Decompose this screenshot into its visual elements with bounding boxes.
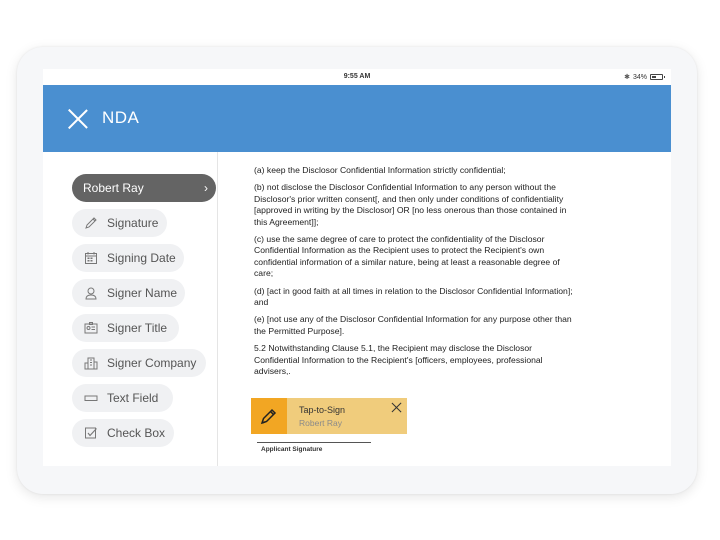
sidebar-item-signature[interactable]: Signature <box>72 209 167 237</box>
document-paragraph: (b) not disclose the Disclosor Confident… <box>254 182 567 227</box>
tap-to-sign-field[interactable]: Tap-to-Sign Robert Ray <box>251 398 407 434</box>
sidebar-item-check-box[interactable]: Check Box <box>72 419 174 447</box>
signature-line-label: Applicant Signature <box>261 446 323 453</box>
id-card-icon <box>83 320 99 336</box>
sidebar-item-signer-company[interactable]: Signer Company <box>72 349 206 377</box>
chevron-right-icon: › <box>204 181 208 195</box>
document-paragraph: (d) [act in good faith at all times in r… <box>254 285 573 308</box>
calendar-icon <box>83 250 99 266</box>
building-icon <box>83 355 99 371</box>
document-paragraph: (e) [not use any of the Disclosor Confid… <box>254 314 572 336</box>
sidebar-item-label: Text Field <box>107 391 159 405</box>
signer-name-label: Robert Ray <box>299 418 342 428</box>
sidebar-item-signing-date[interactable]: Signing Date <box>72 244 184 272</box>
sidebar-item-label: Check Box <box>107 426 166 440</box>
battery-icon <box>650 74 665 80</box>
text-field-icon <box>83 390 99 406</box>
sidebar-item-label: Signer Company <box>107 356 197 370</box>
pen-icon <box>83 215 99 231</box>
sidebar-item-signer-name[interactable]: Signer Name <box>72 279 185 307</box>
signer-selector[interactable]: Robert Ray › <box>72 174 216 202</box>
sidebar-item-signer-title[interactable]: Signer Title <box>72 314 179 342</box>
battery-indicator: ✱ 34% <box>624 73 665 81</box>
document-paragraph: (c) use the same degree of care to prote… <box>254 234 560 279</box>
document-body: (a) keep the Disclosor Confidential Info… <box>254 165 574 384</box>
sidebar-item-label: Signing Date <box>107 251 176 265</box>
title-bar: NDA <box>43 85 671 152</box>
app-screen: 9:55 AM ✱ 34% NDA Robert Ray › Signature… <box>43 69 671 466</box>
remove-field-icon[interactable] <box>391 402 402 413</box>
pen-icon <box>251 398 287 434</box>
status-bar: 9:55 AM ✱ 34% <box>43 69 671 85</box>
sidebar-item-label: Signer Title <box>107 321 168 335</box>
signer-selector-label: Robert Ray <box>83 181 144 195</box>
page-title: NDA <box>102 108 140 127</box>
document-paragraph: 5.2 Notwithstanding Clause 5.1, the Reci… <box>254 343 543 377</box>
sidebar-item-text-field[interactable]: Text Field <box>72 384 173 412</box>
document-paragraph: (a) keep the Disclosor Confidential Info… <box>254 165 506 175</box>
bluetooth-icon: ✱ <box>624 74 630 81</box>
status-time: 9:55 AM <box>343 73 371 80</box>
signature-line <box>257 442 371 443</box>
person-icon <box>83 285 99 301</box>
sidebar-item-label: Signer Name <box>107 286 178 300</box>
sidebar-item-label: Signature <box>107 216 159 230</box>
battery-percent: 34% <box>632 73 647 81</box>
close-icon[interactable] <box>67 108 89 130</box>
field-sidebar: Robert Ray › Signature Signing Date Sign… <box>43 152 218 466</box>
tap-to-sign-label: Tap-to-Sign <box>299 405 346 415</box>
checkbox-icon <box>83 425 99 441</box>
